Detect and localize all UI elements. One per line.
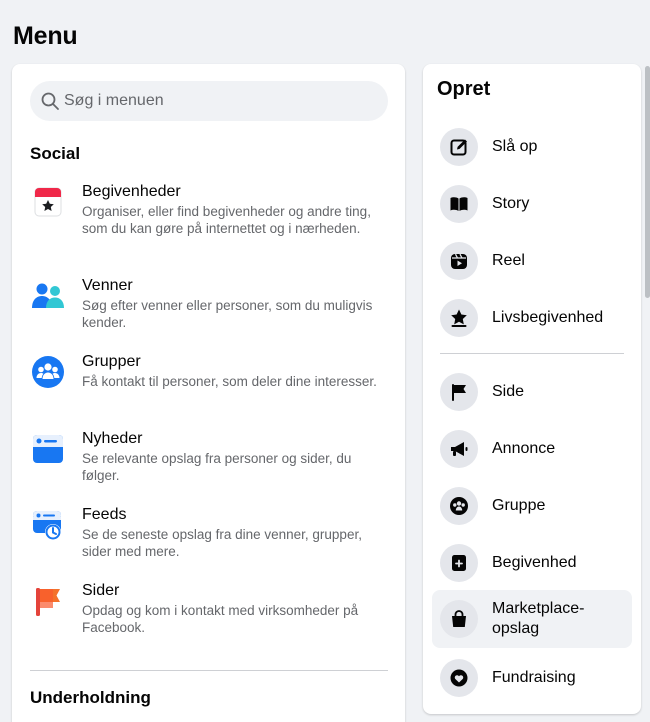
pages-flag-icon — [36, 588, 60, 616]
menu-item-feeds[interactable]: Feeds Se de seneste opslag fra dine venn… — [30, 505, 390, 560]
menu-item-label: Begivenheder — [82, 183, 181, 200]
scrollbar[interactable] — [645, 66, 650, 298]
menu-search-box[interactable] — [30, 81, 388, 121]
shopping-bag-icon — [452, 610, 466, 627]
create-item-label: Marketplace-opslag — [492, 600, 585, 637]
event-plus-icon — [452, 555, 466, 571]
menu-item-label: Nyheder — [82, 430, 143, 447]
menu-item-groups[interactable]: Grupper Få kontakt til personer, som del… — [30, 352, 390, 390]
create-item-ad[interactable]: Annonce — [432, 423, 632, 475]
create-item-label: Story — [492, 195, 530, 212]
menu-item-label: Feeds — [82, 506, 127, 523]
menu-item-description: Organiser, eller find begivenheder og an… — [82, 204, 371, 236]
social-menu-card: Social Begivenheder Organiser, eller fin… — [12, 64, 405, 722]
reel-icon — [451, 253, 467, 269]
create-item-group[interactable]: Gruppe — [432, 480, 632, 532]
create-item-fundraiser[interactable]: Fundraising — [432, 652, 632, 704]
create-item-marketplace[interactable]: Marketplace-opslag — [432, 590, 632, 648]
create-item-label: Annonce — [492, 440, 556, 457]
create-item-life-event[interactable]: Livsbegivenhed — [432, 292, 632, 344]
megaphone-icon — [451, 442, 468, 456]
menu-item-friends[interactable]: Venner Søg efter venner eller personer, … — [30, 276, 390, 331]
create-item-label: Fundraising — [492, 669, 576, 686]
menu-item-description: Se de seneste opslag fra dine venner, gr… — [82, 527, 362, 559]
menu-item-description: Få kontakt til personer, som deler dine … — [82, 374, 377, 389]
fundraiser-icon — [450, 669, 468, 687]
create-item-label: Side — [492, 383, 525, 400]
book-icon — [450, 197, 468, 211]
menu-item-events[interactable]: Begivenheder Organiser, eller find begiv… — [30, 182, 390, 237]
page-title: Menu — [13, 22, 78, 50]
flag-icon — [452, 384, 466, 401]
feeds-clock-icon — [33, 511, 61, 540]
create-item-story[interactable]: Story — [432, 178, 632, 230]
create-item-page[interactable]: Side — [432, 366, 632, 418]
life-event-star-icon — [451, 309, 467, 327]
menu-item-label: Sider — [82, 582, 120, 599]
menu-item-label: Grupper — [82, 353, 141, 370]
friends-icon — [32, 283, 64, 308]
create-card: Opret Slå op Story Reel Livsbegivenhed S… — [423, 64, 641, 714]
create-item-post[interactable]: Slå op — [432, 121, 632, 173]
menu-item-description: Søg efter venner eller personer, som du … — [82, 298, 373, 330]
create-divider — [440, 353, 624, 354]
section-divider — [30, 670, 388, 671]
calendar-star-icon — [34, 187, 62, 217]
compose-icon — [450, 139, 467, 156]
menu-item-news-feed[interactable]: Nyheder Se relevante opslag fra personer… — [30, 429, 390, 484]
create-title: Opret — [437, 78, 491, 100]
create-item-reel[interactable]: Reel — [432, 235, 632, 287]
section-title-entertainment: Underholdning — [30, 688, 151, 707]
menu-item-label: Venner — [82, 277, 133, 294]
groups-icon — [32, 356, 64, 388]
create-item-label: Reel — [492, 252, 525, 269]
create-item-event[interactable]: Begivenhed — [432, 537, 632, 589]
menu-item-pages[interactable]: Sider Opdag og kom i kontakt med virksom… — [30, 581, 390, 636]
search-icon — [41, 92, 59, 110]
create-item-label: Begivenhed — [492, 554, 577, 571]
search-input[interactable] — [64, 92, 364, 110]
create-item-label: Slå op — [492, 138, 538, 155]
news-feed-icon — [33, 435, 63, 463]
menu-item-description: Se relevante opslag fra personer og side… — [82, 451, 352, 483]
create-item-label: Livsbegivenhed — [492, 309, 604, 326]
section-title-social: Social — [30, 144, 81, 163]
menu-item-description: Opdag og kom i kontakt med virksomheder … — [82, 603, 359, 635]
create-item-label: Gruppe — [492, 497, 546, 514]
group-icon — [450, 497, 468, 515]
